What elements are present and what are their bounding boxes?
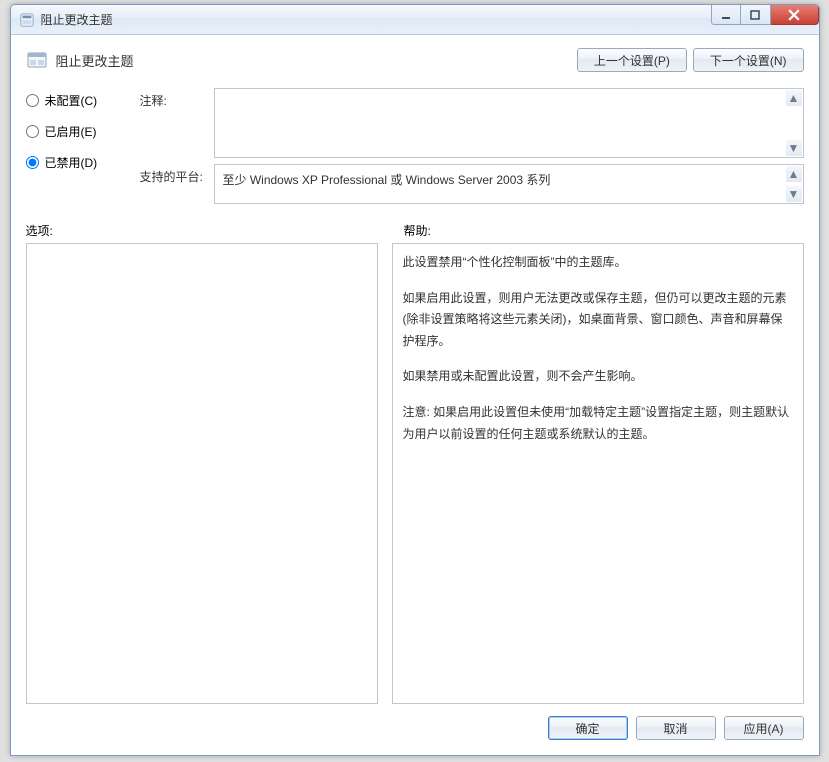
- titlebar[interactable]: 阻止更改主题: [11, 5, 819, 35]
- help-paragraph: 此设置禁用“个性化控制面板”中的主题库。: [403, 252, 793, 274]
- options-panel[interactable]: [26, 243, 378, 704]
- help-panel[interactable]: 此设置禁用“个性化控制面板”中的主题库。 如果启用此设置，则用户无法更改或保存主…: [392, 243, 804, 704]
- help-paragraph: 如果禁用或未配置此设置，则不会产生影响。: [403, 366, 793, 388]
- cancel-button[interactable]: 取消: [636, 716, 716, 740]
- supported-on-box: 至少 Windows XP Professional 或 Windows Ser…: [214, 164, 804, 204]
- radio-not-configured-label: 未配置(C): [45, 92, 98, 109]
- policy-title: 阻止更改主题: [56, 51, 134, 70]
- options-label: 选项:: [26, 222, 386, 239]
- radio-disabled-input[interactable]: [26, 156, 39, 169]
- help-label: 帮助:: [404, 222, 431, 239]
- state-radio-group: 未配置(C) 已启用(E) 已禁用(D): [26, 88, 126, 204]
- scroll-down-icon[interactable]: ▼: [786, 140, 802, 156]
- comment-textarea[interactable]: ▲ ▼: [214, 88, 804, 158]
- panels-row: 此设置禁用“个性化控制面板”中的主题库。 如果启用此设置，则用户无法更改或保存主…: [12, 243, 818, 704]
- ok-button[interactable]: 确定: [548, 716, 628, 740]
- content-area: 阻止更改主题 上一个设置(P) 下一个设置(N) 未配置(C) 已启用(E): [11, 35, 819, 755]
- radio-not-configured-input[interactable]: [26, 94, 39, 107]
- help-paragraph: 注意: 如果启用此设置但未使用“加载特定主题”设置指定主题，则主题默认为用户以前…: [403, 402, 793, 445]
- comment-scrollbar: ▲ ▼: [786, 90, 802, 156]
- radio-not-configured[interactable]: 未配置(C): [26, 92, 126, 109]
- supported-label: 支持的平台:: [140, 164, 204, 185]
- radio-disabled-label: 已禁用(D): [45, 154, 98, 171]
- config-row: 未配置(C) 已启用(E) 已禁用(D) 注释: ▲: [12, 82, 818, 204]
- close-button[interactable]: [771, 5, 819, 25]
- scroll-up-icon[interactable]: ▲: [786, 90, 802, 106]
- panel-labels: 选项: 帮助:: [12, 204, 818, 243]
- radio-enabled[interactable]: 已启用(E): [26, 123, 126, 140]
- previous-setting-button[interactable]: 上一个设置(P): [577, 48, 687, 72]
- header-row: 阻止更改主题 上一个设置(P) 下一个设置(N): [12, 36, 818, 82]
- maximize-button[interactable]: [741, 5, 771, 25]
- supported-scrollbar: ▲ ▼: [786, 166, 802, 202]
- window-title: 阻止更改主题: [41, 11, 113, 28]
- scroll-down-icon[interactable]: ▼: [786, 186, 802, 202]
- app-icon: [19, 12, 35, 28]
- dialog-footer: 确定 取消 应用(A): [12, 704, 818, 754]
- dialog-window: 阻止更改主题: [10, 4, 820, 756]
- apply-button[interactable]: 应用(A): [724, 716, 804, 740]
- scroll-up-icon[interactable]: ▲: [786, 166, 802, 182]
- window-buttons: [711, 5, 819, 25]
- radio-disabled[interactable]: 已禁用(D): [26, 154, 126, 171]
- supported-on-text: 至少 Windows XP Professional 或 Windows Ser…: [223, 173, 551, 187]
- minimize-button[interactable]: [711, 5, 741, 25]
- policy-icon: [26, 49, 48, 71]
- radio-enabled-label: 已启用(E): [45, 123, 97, 140]
- radio-enabled-input[interactable]: [26, 125, 39, 138]
- help-paragraph: 如果启用此设置，则用户无法更改或保存主题，但仍可以更改主题的元素(除非设置策略将…: [403, 288, 793, 353]
- next-setting-button[interactable]: 下一个设置(N): [693, 48, 804, 72]
- comment-label: 注释:: [140, 88, 204, 109]
